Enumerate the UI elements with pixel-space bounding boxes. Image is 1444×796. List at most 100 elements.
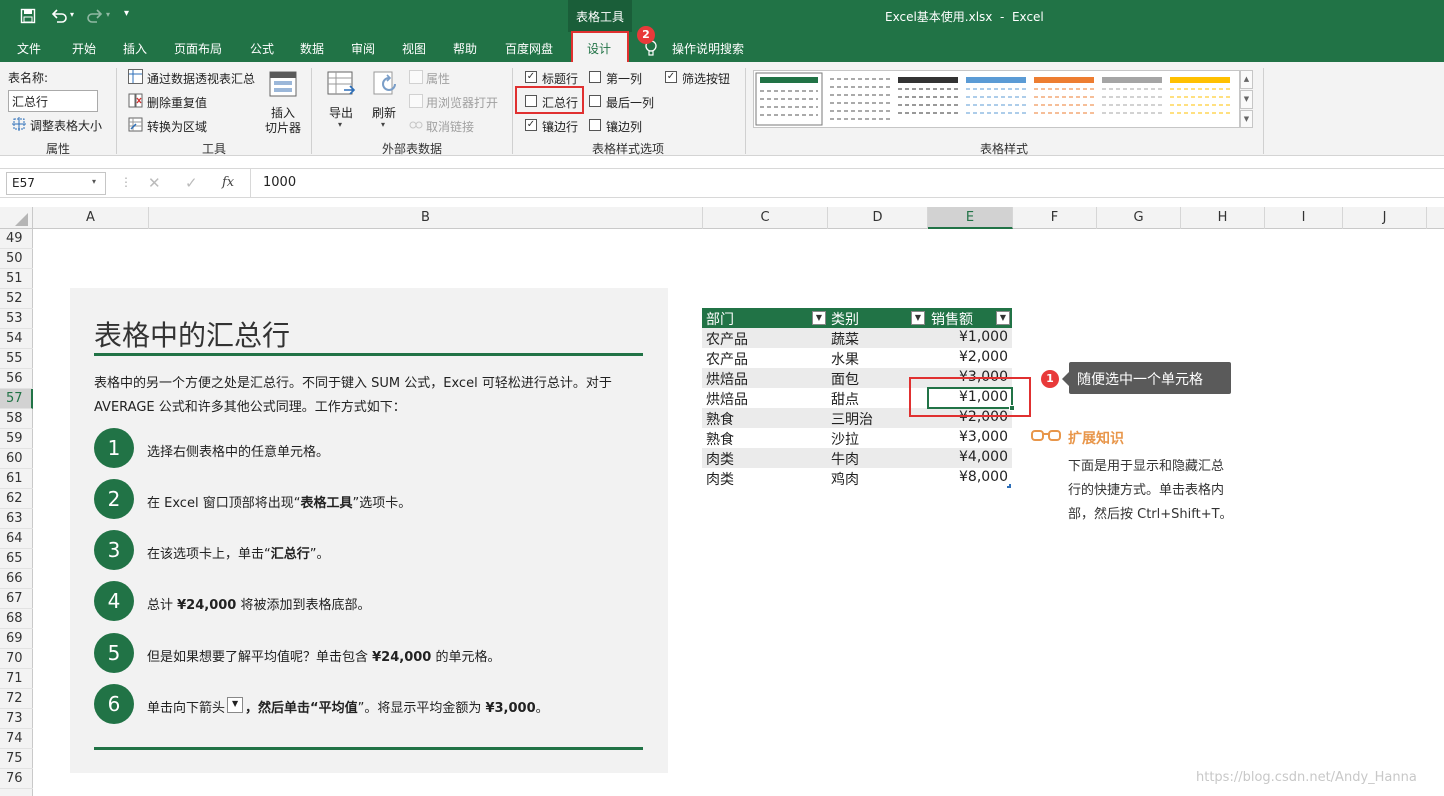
refresh-button[interactable]: 刷新: [372, 104, 396, 121]
row-header[interactable]: 61: [0, 469, 33, 489]
undo-dropdown-icon[interactable]: ▾: [70, 10, 74, 19]
table-cell-dept[interactable]: 农产品: [706, 329, 748, 349]
row-header[interactable]: 65: [0, 549, 33, 569]
table-resize-handle[interactable]: [1007, 484, 1011, 488]
column-header-f[interactable]: F: [1013, 207, 1097, 229]
row-header[interactable]: 49: [0, 229, 33, 249]
table-cell-sales[interactable]: ¥2,000: [959, 349, 1008, 365]
table-header-sales[interactable]: 销售额: [931, 309, 973, 329]
column-header-a[interactable]: A: [33, 207, 149, 229]
table-cell-sales[interactable]: ¥1,000: [959, 329, 1008, 345]
name-box[interactable]: E57: [6, 172, 106, 195]
gallery-more-icon[interactable]: ▼: [1240, 110, 1253, 128]
table-styles-gallery[interactable]: [753, 70, 1240, 128]
redo-dropdown-icon[interactable]: ▾: [106, 10, 110, 19]
remove-duplicates-button[interactable]: 删除重复值: [147, 94, 207, 111]
convert-to-range-button[interactable]: 转换为区域: [147, 118, 207, 135]
filter-dropdown-icon[interactable]: ▼: [996, 311, 1010, 325]
row-header[interactable]: 76: [0, 769, 33, 789]
table-cell-dept[interactable]: 烘焙品: [706, 369, 748, 389]
row-header[interactable]: 55: [0, 349, 33, 369]
header-row-checkbox[interactable]: ✓: [525, 71, 537, 83]
table-cell-category[interactable]: 蔬菜: [831, 329, 859, 349]
enter-icon[interactable]: ✓: [185, 174, 198, 192]
table-cell-dept[interactable]: 肉类: [706, 449, 734, 469]
gallery-scroll-down-icon[interactable]: ▼: [1240, 90, 1253, 109]
column-header-i[interactable]: I: [1265, 207, 1343, 229]
row-header[interactable]: 73: [0, 709, 33, 729]
row-header[interactable]: 72: [0, 689, 33, 709]
row-header[interactable]: 69: [0, 629, 33, 649]
row-header[interactable]: 68: [0, 609, 33, 629]
filter-dropdown-icon[interactable]: ▼: [812, 311, 826, 325]
name-box-dropdown-icon[interactable]: ▾: [92, 177, 96, 186]
refresh-dropdown-icon[interactable]: ▾: [381, 120, 385, 129]
pivot-summarize-button[interactable]: 通过数据透视表汇总: [147, 70, 255, 87]
filter-dropdown-icon[interactable]: ▼: [911, 311, 925, 325]
table-cell-dept[interactable]: 熟食: [706, 429, 734, 449]
column-header-c[interactable]: C: [703, 207, 828, 229]
customize-toolbar-icon[interactable]: ▾: [124, 8, 129, 19]
row-header[interactable]: 75: [0, 749, 33, 769]
export-dropdown-icon[interactable]: ▾: [338, 120, 342, 129]
table-cell-category[interactable]: 三明治: [831, 409, 873, 429]
row-header[interactable]: 58: [0, 409, 33, 429]
row-header[interactable]: 66: [0, 569, 33, 589]
save-icon[interactable]: [20, 8, 36, 24]
row-header[interactable]: 52: [0, 289, 33, 309]
unlink-button[interactable]: 取消链接: [426, 118, 474, 135]
row-header[interactable]: 59: [0, 429, 33, 449]
row-header[interactable]: 53: [0, 309, 33, 329]
row-header-active[interactable]: 57: [0, 389, 33, 409]
table-cell-category[interactable]: 沙拉: [831, 429, 859, 449]
column-header-b[interactable]: B: [149, 207, 703, 229]
table-name-field[interactable]: 汇总行: [8, 90, 98, 112]
row-header[interactable]: 54: [0, 329, 33, 349]
column-header-g[interactable]: G: [1097, 207, 1181, 229]
row-header[interactable]: 74: [0, 729, 33, 749]
tab-help[interactable]: 帮助: [453, 40, 477, 57]
table-cell-dept[interactable]: 烘焙品: [706, 389, 748, 409]
insert-function-icon[interactable]: fx: [222, 175, 234, 190]
insert-slicer-label-2[interactable]: 切片器: [265, 119, 301, 136]
table-cell-category[interactable]: 鸡肉: [831, 469, 859, 489]
table-cell-category[interactable]: 牛肉: [831, 449, 859, 469]
properties-button[interactable]: 属性: [426, 70, 450, 87]
tab-formulas[interactable]: 公式: [250, 40, 274, 57]
table-cell-sales[interactable]: ¥3,000: [959, 429, 1008, 445]
tab-view[interactable]: 视图: [402, 40, 426, 57]
row-header[interactable]: 51: [0, 269, 33, 289]
table-cell-sales[interactable]: ¥4,000: [959, 449, 1008, 465]
tell-me-search[interactable]: 操作说明搜索: [672, 40, 744, 57]
formula-input[interactable]: 1000: [250, 169, 1444, 197]
banded-rows-checkbox[interactable]: ✓: [525, 119, 537, 131]
open-in-browser-button[interactable]: 用浏览器打开: [426, 94, 498, 111]
table-cell-category[interactable]: 水果: [831, 349, 859, 369]
row-header[interactable]: 70: [0, 649, 33, 669]
table-cell-dept[interactable]: 农产品: [706, 349, 748, 369]
column-header-j[interactable]: J: [1343, 207, 1427, 229]
column-header-d[interactable]: D: [828, 207, 928, 229]
row-header[interactable]: 62: [0, 489, 33, 509]
tab-home[interactable]: 开始: [72, 40, 96, 57]
row-header[interactable]: 64: [0, 529, 33, 549]
banded-columns-checkbox[interactable]: [589, 119, 601, 131]
resize-table-button[interactable]: 调整表格大小: [30, 117, 102, 134]
tab-baidu-netdisk[interactable]: 百度网盘: [505, 40, 553, 57]
column-header-h[interactable]: H: [1181, 207, 1265, 229]
table-header-category[interactable]: 类别: [831, 309, 859, 329]
gallery-scroll-up-icon[interactable]: ▲: [1240, 70, 1253, 89]
tab-page-layout[interactable]: 页面布局: [174, 40, 222, 57]
tab-file[interactable]: 文件: [17, 40, 41, 57]
select-all-corner[interactable]: [0, 207, 33, 229]
undo-icon[interactable]: [50, 8, 68, 24]
cancel-icon[interactable]: ✕: [148, 174, 161, 192]
tab-data[interactable]: 数据: [300, 40, 324, 57]
table-cell-dept[interactable]: 肉类: [706, 469, 734, 489]
row-header[interactable]: 67: [0, 589, 33, 609]
tab-review[interactable]: 审阅: [351, 40, 375, 57]
row-header[interactable]: 60: [0, 449, 33, 469]
row-header[interactable]: 56: [0, 369, 33, 389]
first-column-checkbox[interactable]: [589, 71, 601, 83]
filter-button-checkbox[interactable]: ✓: [665, 71, 677, 83]
